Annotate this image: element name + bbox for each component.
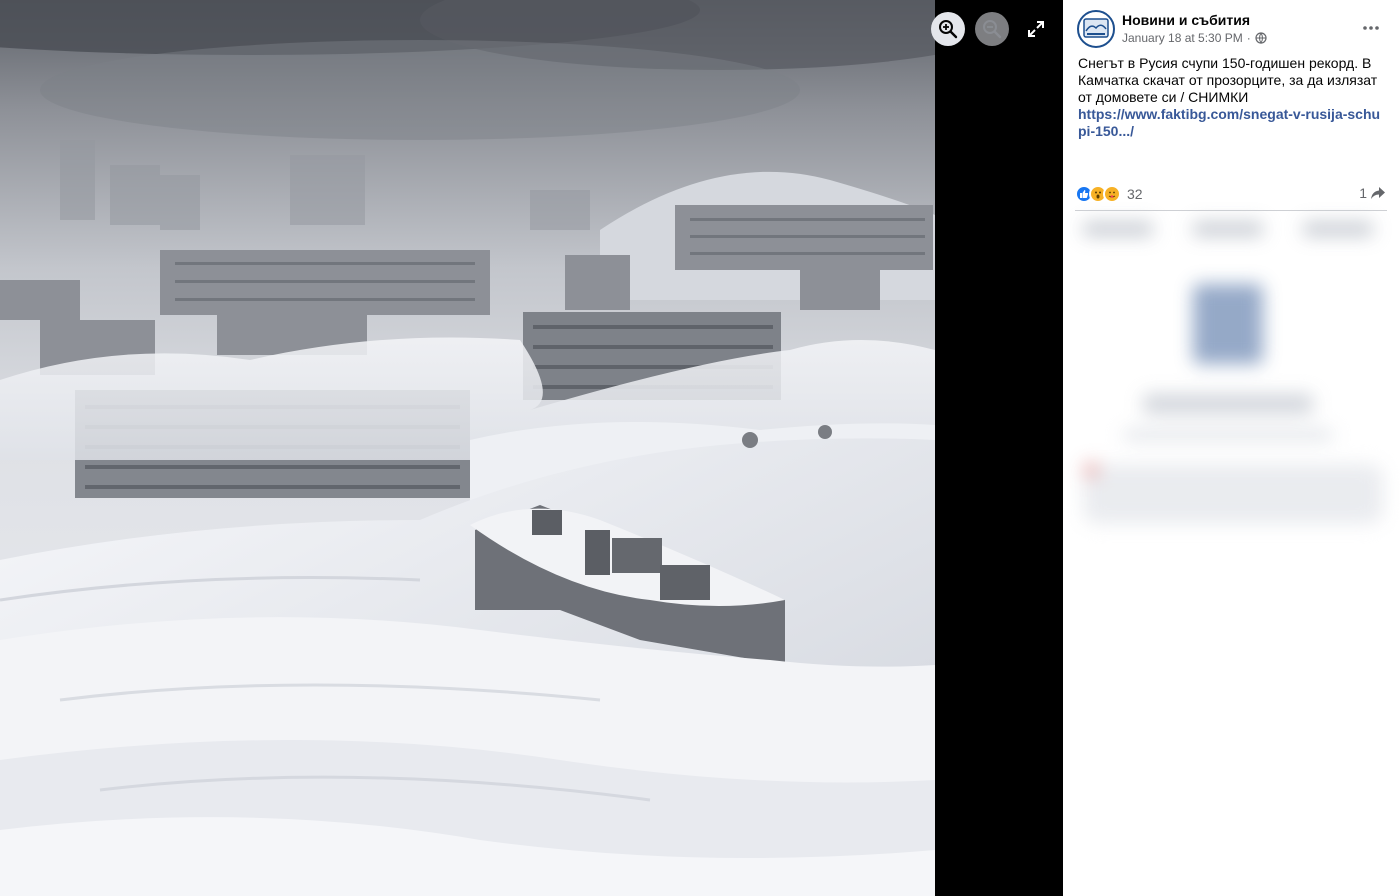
post-link[interactable]: https://www.faktibg.com/snegat-v-rusija-…: [1078, 106, 1383, 140]
care-icon: [1103, 185, 1121, 203]
snow-scene-image: [0, 0, 935, 896]
meta-separator: ·: [1246, 31, 1251, 45]
post-timestamp[interactable]: January 18 at 5:30 PM: [1122, 31, 1243, 45]
post-body: Снегът в Русия счупи 150-годишен рекорд.…: [1078, 55, 1383, 140]
fullscreen-button[interactable]: [1019, 12, 1053, 46]
blurred-thumbnail: [1193, 284, 1263, 364]
more-options-button[interactable]: [1359, 16, 1383, 40]
page-logo-icon: [1083, 18, 1109, 38]
blurred-comment: [1083, 464, 1383, 524]
globe-icon[interactable]: [1255, 32, 1267, 44]
zoom-in-icon: [939, 20, 958, 39]
fullscreen-icon: [1028, 21, 1044, 37]
share-arrow-icon: [1371, 187, 1385, 199]
blurred-text-block: [1123, 429, 1333, 441]
post-meta: January 18 at 5:30 PM ·: [1122, 31, 1267, 45]
reaction-count: 32: [1127, 186, 1143, 202]
blurred-avatar: [1083, 462, 1099, 478]
zoom-out-button[interactable]: [975, 12, 1009, 46]
page-name[interactable]: Новини и събития: [1122, 12, 1250, 28]
blurred-action-bar: [1083, 222, 1373, 240]
more-horizontal-icon: [1363, 26, 1379, 30]
post-header: Новини и събития January 18 at 5:30 PM ·: [1077, 10, 1389, 54]
photo-viewer: [0, 0, 1063, 896]
zoom-in-button[interactable]: [931, 12, 965, 46]
zoom-out-icon: [983, 20, 1002, 39]
blurred-text-block: [1143, 394, 1313, 414]
post-side-panel: Новини и събития January 18 at 5:30 PM ·…: [1063, 0, 1400, 896]
reactions-summary[interactable]: 32: [1075, 184, 1143, 204]
share-count-value: 1: [1359, 185, 1367, 201]
post-photo[interactable]: [0, 0, 935, 896]
post-message: Снегът в Русия счупи 150-годишен рекорд.…: [1078, 55, 1378, 105]
blurred-region: [1063, 214, 1400, 896]
page-avatar[interactable]: [1077, 10, 1115, 48]
share-count[interactable]: 1: [1359, 185, 1386, 201]
divider: [1075, 210, 1387, 211]
